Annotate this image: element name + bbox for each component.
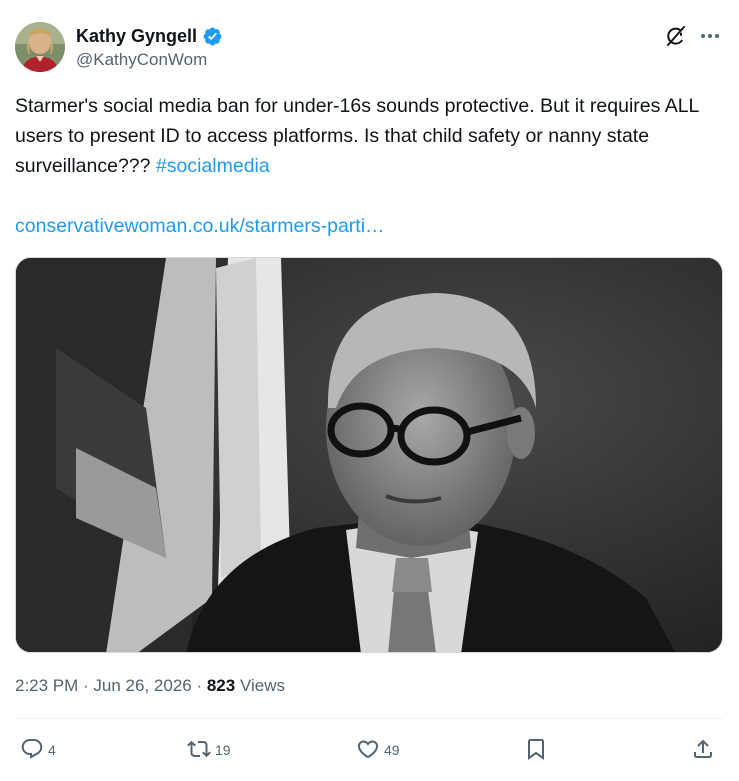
- retweet-count: 19: [215, 742, 231, 758]
- views-label: Views: [235, 676, 285, 695]
- tweet-text-body: Starmer's social media ban for under-16s…: [15, 95, 699, 177]
- author-name-row: Kathy Gyngell: [76, 24, 223, 48]
- like-button[interactable]: 49: [356, 732, 400, 768]
- reply-count: 4: [48, 742, 56, 758]
- tweet-meta: 2:23 PM · Jun 26, 2026 · 823 Views: [15, 676, 285, 696]
- meta-separator: ·: [191, 676, 207, 695]
- verified-badge-icon[interactable]: [202, 26, 223, 47]
- tweet-card: Kathy Gyngell @KathyConWom Starmer's soc…: [0, 0, 739, 781]
- like-icon: [356, 737, 380, 764]
- reply-button[interactable]: 4: [20, 732, 56, 768]
- like-count: 49: [384, 742, 400, 758]
- grok-icon[interactable]: [664, 24, 688, 48]
- share-button[interactable]: [691, 732, 715, 768]
- author-avatar[interactable]: [15, 22, 65, 72]
- share-icon: [691, 737, 715, 764]
- retweet-button[interactable]: 19: [187, 732, 231, 768]
- tweet-text: Starmer's social media ban for under-16s…: [15, 91, 725, 181]
- tweet-time[interactable]: 2:23 PM: [15, 676, 78, 696]
- divider: [15, 718, 723, 719]
- views-count: 823: [206, 676, 236, 695]
- hashtag-link[interactable]: #socialmedia: [156, 155, 270, 177]
- bookmark-button[interactable]: [524, 732, 548, 768]
- more-icon[interactable]: [698, 24, 722, 48]
- action-bar: 4 19 49: [15, 732, 723, 768]
- author-handle[interactable]: @KathyConWom: [76, 50, 207, 70]
- reply-icon: [20, 737, 44, 764]
- article-link[interactable]: conservativewoman.co.uk/starmers-parti…: [15, 211, 385, 241]
- retweet-icon: [187, 737, 211, 764]
- author-display-name[interactable]: Kathy Gyngell: [76, 26, 197, 47]
- meta-separator: ·: [78, 676, 94, 695]
- bookmark-icon: [524, 737, 548, 764]
- tweet-media-image[interactable]: [15, 257, 723, 653]
- tweet-date[interactable]: Jun 26, 2026: [93, 676, 191, 696]
